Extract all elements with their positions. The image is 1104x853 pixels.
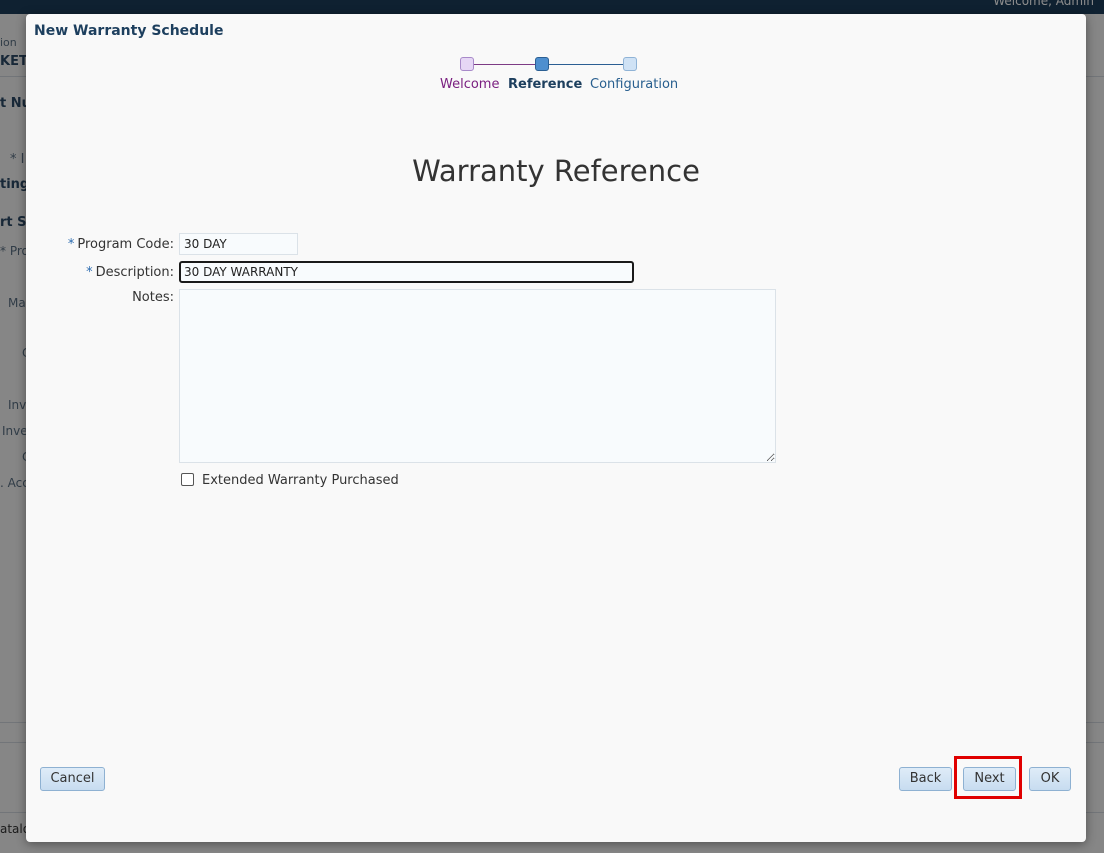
train-connector <box>549 64 623 65</box>
train-stop-configuration[interactable] <box>623 57 637 71</box>
required-marker: * <box>86 265 93 280</box>
description-input[interactable] <box>179 261 634 283</box>
program-code-label-text: Program Code: <box>77 237 174 252</box>
notes-label: Notes: <box>132 290 174 305</box>
required-marker: * <box>67 237 75 252</box>
program-code-label: * Program Code: <box>68 237 174 252</box>
program-code-input[interactable] <box>179 233 298 255</box>
description-label-text: Description: <box>95 265 174 280</box>
train-stop-reference <box>535 57 549 71</box>
extended-warranty-checkbox[interactable] <box>181 473 194 486</box>
next-button-highlight <box>954 756 1022 799</box>
train-stop-welcome[interactable] <box>460 57 474 71</box>
extended-warranty-row[interactable]: Extended Warranty Purchased <box>181 473 399 488</box>
train-label-reference: Reference <box>508 77 583 92</box>
page-heading: Warranty Reference <box>412 154 700 188</box>
wizard-train: Welcome Reference Configuration <box>26 14 1086 114</box>
train-label-configuration[interactable]: Configuration <box>590 77 678 92</box>
description-label: * Description: <box>86 265 174 280</box>
extended-warranty-label[interactable]: Extended Warranty Purchased <box>202 473 399 488</box>
cancel-button[interactable]: Cancel <box>40 767 105 791</box>
notes-textarea[interactable] <box>179 289 776 463</box>
new-warranty-schedule-dialog: New Warranty Schedule Welcome Reference … <box>26 14 1086 842</box>
train-connector <box>474 64 535 65</box>
train-label-welcome[interactable]: Welcome <box>440 77 499 92</box>
back-button[interactable]: Back <box>899 767 952 791</box>
ok-button[interactable]: OK <box>1029 767 1071 791</box>
